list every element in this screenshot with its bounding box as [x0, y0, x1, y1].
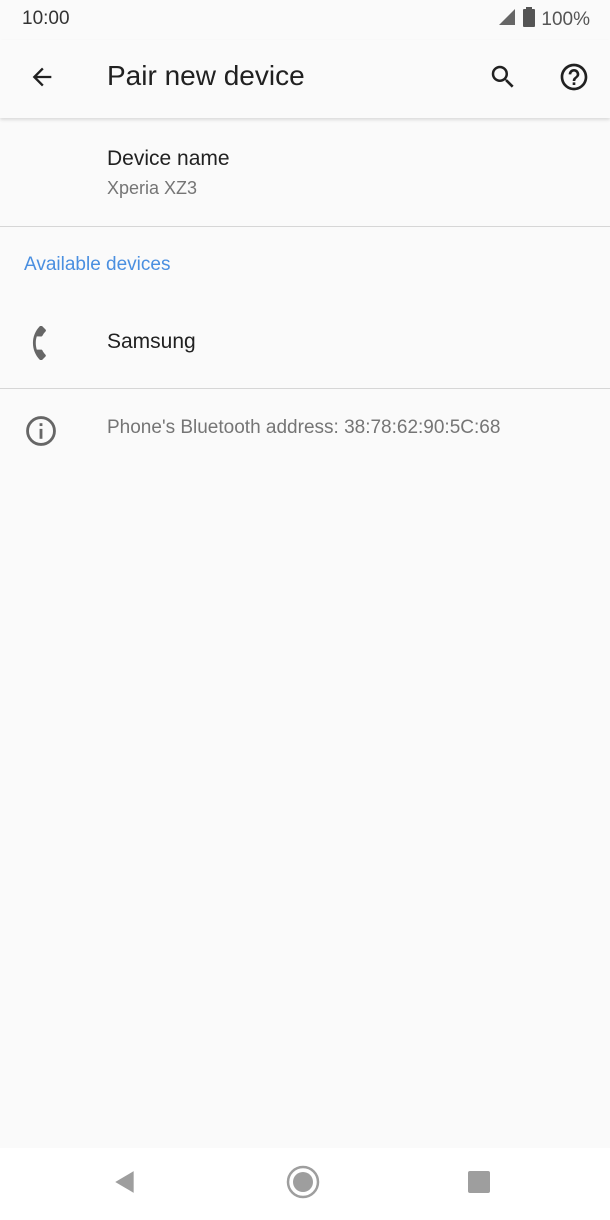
device-name-value: Xperia XZ3 [107, 178, 198, 198]
nav-home-icon [285, 1164, 321, 1205]
nav-recents-icon [467, 1170, 491, 1199]
battery-percent: 100% [541, 9, 590, 30]
available-devices-header: Available devices [24, 254, 171, 275]
info-icon [24, 414, 58, 453]
device-item-samsung[interactable]: Samsung [0, 296, 610, 388]
status-bar: 10:00 100% [0, 0, 610, 40]
help-button[interactable] [550, 55, 598, 103]
app-bar: Pair new device [0, 40, 610, 118]
status-time: 10:00 [22, 8, 70, 29]
divider [0, 226, 610, 227]
nav-home-button[interactable] [279, 1160, 327, 1208]
device-name-label: Device name [107, 147, 230, 170]
status-indicators: 100% [497, 7, 590, 33]
nav-recents-button[interactable] [455, 1160, 503, 1208]
battery-icon [523, 7, 536, 33]
cell-signal-icon [497, 8, 517, 32]
bluetooth-address-row: Phone's Bluetooth address: 38:78:62:90:5… [0, 396, 610, 466]
nav-back-button[interactable] [101, 1160, 149, 1208]
help-icon [558, 61, 590, 98]
search-icon [488, 62, 518, 97]
bluetooth-address-text: Phone's Bluetooth address: 38:78:62:90:5… [107, 417, 501, 438]
device-name-row[interactable]: Device name Xperia XZ3 [0, 120, 610, 226]
divider [0, 388, 610, 389]
nav-back-icon [112, 1169, 138, 1200]
arrow-back-icon [28, 63, 56, 96]
page-title: Pair new device [107, 60, 305, 91]
back-button[interactable] [18, 55, 66, 103]
search-button[interactable] [479, 55, 527, 103]
navigation-bar [0, 1148, 610, 1220]
phone-icon [24, 325, 58, 365]
device-item-label: Samsung [107, 330, 196, 353]
